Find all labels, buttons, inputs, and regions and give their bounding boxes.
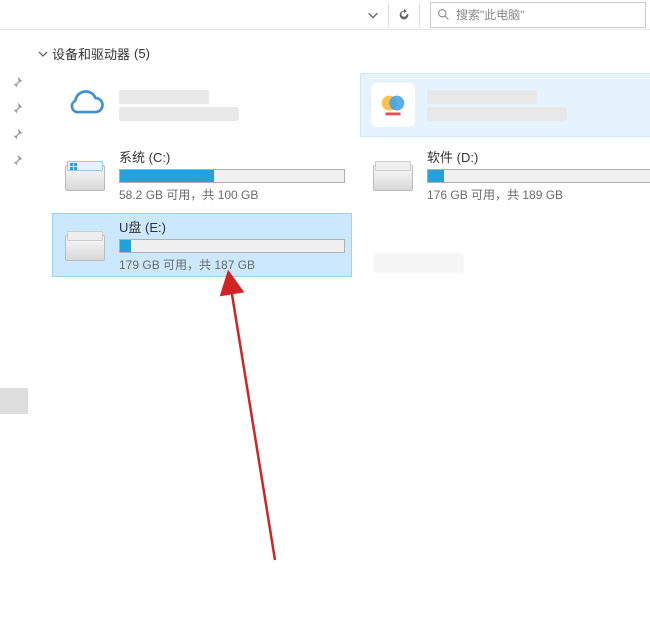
drive-label: U盘 (E:) bbox=[119, 217, 345, 236]
usage-bar bbox=[119, 239, 345, 253]
blurred-status bbox=[427, 107, 567, 121]
pin-icon bbox=[10, 127, 24, 141]
drive-item-e[interactable]: U盘 (E:) 179 GB 可用，共 187 GB bbox=[52, 213, 352, 277]
drive-item-c[interactable]: 系统 (C:) 58.2 GB 可用，共 100 GB bbox=[52, 143, 352, 207]
pin-icon bbox=[10, 75, 24, 89]
section-count: (5) bbox=[134, 46, 150, 61]
drive-status: 176 GB 可用，共 189 GB bbox=[427, 186, 650, 203]
drive-info bbox=[119, 90, 345, 121]
search-placeholder: 搜索"此电脑" bbox=[456, 6, 525, 23]
chevron-down-icon bbox=[366, 8, 380, 22]
drive-item-app[interactable] bbox=[360, 73, 650, 137]
drives-grid: 系统 (C:) 58.2 GB 可用，共 100 GB 软件 (D:) 176 … bbox=[0, 73, 650, 277]
quick-access-pins bbox=[0, 75, 34, 167]
cloud-icon bbox=[59, 79, 111, 131]
drive-item-cloud[interactable] bbox=[52, 73, 352, 137]
dropdown-button[interactable] bbox=[360, 2, 386, 28]
usage-bar-fill bbox=[428, 170, 444, 182]
usage-bar-fill bbox=[120, 170, 214, 182]
section-header[interactable]: 设备和驱动器 (5) bbox=[0, 30, 650, 73]
usage-bar bbox=[427, 169, 650, 183]
drive-label: 软件 (D:) bbox=[427, 147, 650, 166]
section-title: 设备和驱动器 bbox=[52, 44, 130, 63]
toolbar: 搜索"此电脑" bbox=[0, 0, 650, 30]
sidebar-item-stub bbox=[0, 388, 28, 414]
blurred-label bbox=[119, 90, 209, 104]
blurred-label bbox=[427, 90, 537, 104]
drive-info: 软件 (D:) 176 GB 可用，共 189 GB bbox=[427, 147, 650, 203]
disk-icon bbox=[59, 149, 111, 201]
search-icon bbox=[437, 8, 450, 21]
drive-info: 系统 (C:) 58.2 GB 可用，共 100 GB bbox=[119, 147, 345, 203]
usage-bar-fill bbox=[120, 240, 131, 252]
separator bbox=[388, 3, 389, 27]
blurred-region bbox=[374, 253, 464, 273]
pin-icon bbox=[10, 101, 24, 115]
disk-icon bbox=[59, 219, 111, 271]
drive-info bbox=[427, 90, 650, 121]
drive-item-d[interactable]: 软件 (D:) 176 GB 可用，共 189 GB bbox=[360, 143, 650, 207]
drive-info: U盘 (E:) 179 GB 可用，共 187 GB bbox=[119, 217, 345, 273]
drive-status: 179 GB 可用，共 187 GB bbox=[119, 256, 345, 273]
annotation-arrow bbox=[200, 270, 310, 570]
chevron-down-icon bbox=[38, 49, 48, 59]
refresh-icon bbox=[397, 8, 411, 22]
disk-icon bbox=[367, 149, 419, 201]
drive-status: 58.2 GB 可用，共 100 GB bbox=[119, 186, 345, 203]
pin-icon bbox=[10, 153, 24, 167]
usage-bar bbox=[119, 169, 345, 183]
separator bbox=[419, 3, 420, 27]
drive-label: 系统 (C:) bbox=[119, 147, 345, 166]
app-icon bbox=[367, 79, 419, 131]
refresh-button[interactable] bbox=[391, 2, 417, 28]
blurred-status bbox=[119, 107, 239, 121]
search-input[interactable]: 搜索"此电脑" bbox=[430, 2, 646, 28]
